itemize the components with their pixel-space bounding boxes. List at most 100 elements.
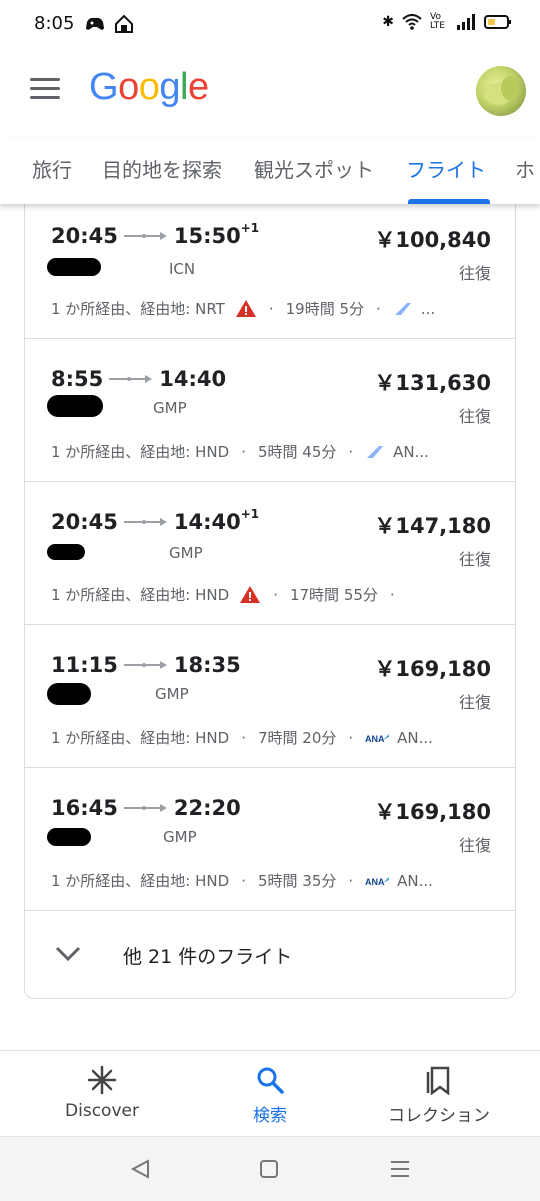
flight-list: 20:45 15:50 +1 ￥100,840 ICN 往復 1 か所経由、経由地… (24, 196, 516, 999)
collections-icon (426, 1066, 450, 1095)
arrow-icon (123, 804, 167, 812)
arrive-time: 14:40 (159, 367, 227, 391)
flight-times: 8:55 14:40 (51, 367, 226, 391)
bottom-nav: Discover 検索 コレクション (0, 1050, 540, 1137)
status-right: ✱ Vo LTE (382, 13, 512, 31)
flight-row[interactable]: 16:45 22:20 ￥169,180 GMP 往復 1 か所経由、経由地: … (25, 768, 515, 911)
stops-info: 1 か所経由、経由地: HND (51, 586, 230, 604)
status-bar: 8:05 ✱ Vo LTE (0, 0, 540, 48)
airline-logo-icon (394, 302, 411, 315)
flight-details: 1 か所経由、経由地: HND · 5時間 35分 · ANA AN... (51, 871, 433, 891)
avatar[interactable] (476, 66, 526, 116)
duration: 5時間 45分 (257, 443, 337, 461)
arrow-icon (123, 232, 167, 240)
depart-time: 20:45 (51, 224, 118, 248)
flight-price: ￥169,180 (374, 800, 491, 824)
svg-text:ANA: ANA (365, 877, 385, 887)
discover-icon (87, 1065, 117, 1095)
depart-time: 20:45 (51, 510, 118, 534)
redacted-airline (47, 683, 91, 705)
arrow-icon (123, 661, 167, 669)
plus-day: +1 (240, 221, 260, 235)
flight-row[interactable]: 8:55 14:40 ￥131,630 GMP 往復 1 か所経由、経由地: H… (25, 339, 515, 482)
nav-search-label: 検索 (253, 1106, 287, 1126)
stops-info: 1 か所経由、経由地: HND (51, 872, 230, 890)
game-controller-icon (86, 17, 104, 30)
airport-code: GMP (169, 544, 203, 562)
nav-collections-label: コレクション (388, 1106, 490, 1126)
airport-code: ICN (169, 260, 196, 278)
volte-label: Vo LTE (430, 12, 445, 31)
active-tab-indicator (408, 199, 490, 204)
flight-times: 11:15 18:35 (51, 653, 241, 677)
warning-icon (240, 586, 261, 603)
stops-info: 1 か所経由、経由地: HND (51, 443, 230, 461)
flight-price: ￥131,630 (374, 371, 491, 395)
airline-name: ... (420, 299, 436, 318)
recents-icon[interactable] (389, 1159, 411, 1179)
arrive-time: 14:40 (173, 510, 241, 534)
flight-row[interactable]: 11:15 18:35 ￥169,180 GMP 往復 1 か所経由、経由地: … (25, 625, 515, 768)
nav-discover[interactable]: Discover (62, 1065, 142, 1121)
more-flights-button[interactable]: 他 21 件のフライト (25, 912, 515, 998)
tab-things-to-do[interactable]: 観光スポット (254, 154, 374, 183)
bluetooth-icon: ✱ (382, 14, 394, 30)
logo-letter: g (159, 66, 180, 108)
logo-letter: o (138, 66, 160, 108)
redacted-airline (47, 828, 91, 846)
wifi-icon (402, 14, 422, 30)
signal-icon (457, 14, 475, 30)
home-icon[interactable] (259, 1159, 279, 1179)
google-logo[interactable]: Google (89, 66, 209, 109)
tab-explore[interactable]: 目的地を探索 (102, 154, 222, 183)
tab-travel[interactable]: 旅行 (32, 154, 72, 183)
back-icon[interactable] (130, 1159, 152, 1179)
duration: 17時間 55分 (289, 586, 378, 604)
menu-icon[interactable] (30, 78, 60, 104)
app-bar: Google (0, 48, 540, 138)
redacted-airline (47, 544, 85, 560)
airline-name: AN... (393, 442, 429, 461)
stops-info: 1 か所経由、経由地: HND (51, 729, 230, 747)
flight-row[interactable]: 20:45 15:50 +1 ￥100,840 ICN 往復 1 か所経由、経由地… (25, 196, 515, 339)
svg-text:ANA: ANA (365, 734, 385, 744)
status-time: 8:05 (34, 13, 75, 34)
tab-flights[interactable]: フライト (406, 154, 486, 183)
stops-info: 1 か所経由、経由地: NRT (51, 300, 225, 318)
tab-hotels[interactable]: ホ (515, 154, 535, 183)
airline-logo-icon: ANA (365, 876, 390, 887)
trip-type: 往復 (458, 264, 491, 283)
depart-time: 8:55 (51, 367, 104, 391)
warning-icon (235, 300, 256, 317)
flight-details: 1 か所経由、経由地: NRT · 19時間 5分 · ... (51, 299, 436, 319)
airport-code: GMP (163, 828, 197, 846)
flight-times: 16:45 22:20 (51, 796, 241, 820)
arrive-time: 18:35 (173, 653, 241, 677)
redacted-airline (47, 395, 103, 417)
flight-price: ￥147,180 (374, 514, 491, 538)
duration: 5時間 35分 (257, 872, 337, 890)
chevron-down-icon (55, 946, 81, 962)
airline-logo-icon: ANA (365, 733, 390, 744)
redacted-airline (47, 258, 101, 276)
arrive-time: 22:20 (173, 796, 241, 820)
airport-code: GMP (155, 685, 189, 703)
logo-letter: e (187, 66, 209, 108)
system-nav-bar (0, 1136, 540, 1201)
flight-times: 20:45 15:50 +1 (51, 221, 260, 248)
flight-times: 20:45 14:40 +1 (51, 507, 259, 534)
notification-icons (84, 14, 134, 34)
flight-details: 1 か所経由、経由地: HND · 17時間 55分 · (51, 585, 395, 605)
duration: 19時間 5分 (285, 300, 365, 318)
flight-details: 1 か所経由、経由地: HND · 5時間 45分 · AN... (51, 442, 429, 462)
arrive-time: 15:50 (173, 224, 241, 248)
home-notification-icon (115, 14, 133, 33)
battery-icon (484, 15, 511, 29)
airline-name: AN... (397, 728, 433, 747)
nav-search[interactable]: 検索 (240, 1065, 300, 1126)
nav-collections[interactable]: コレクション (384, 1065, 494, 1126)
flight-row[interactable]: 20:45 14:40 +1 ￥147,180 GMP 往復 1 か所経由、経由地… (25, 482, 515, 625)
trip-type: 往復 (458, 693, 491, 712)
logo-letter: o (118, 66, 139, 108)
trip-type: 往復 (458, 836, 491, 855)
